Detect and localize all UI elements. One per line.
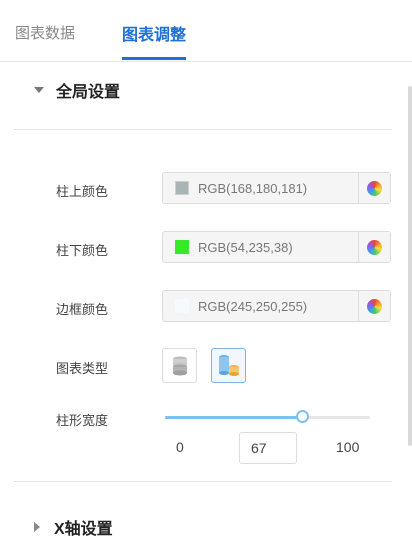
color-wheel-icon bbox=[367, 239, 382, 255]
caret-down-icon bbox=[34, 87, 44, 93]
bottom-color-label: 柱下颜色 bbox=[56, 243, 109, 258]
scrollbar[interactable] bbox=[408, 86, 412, 446]
tab-chart-adjust[interactable]: 图表调整 bbox=[122, 21, 186, 45]
section-global-title: 全局设置 bbox=[56, 84, 121, 101]
blue-orange-cylinder-icon bbox=[218, 354, 239, 376]
active-tab-indicator bbox=[122, 57, 186, 60]
section-xaxis-title: X轴设置 bbox=[54, 521, 113, 538]
top-color-value: RGB(168,180,181) bbox=[198, 180, 308, 196]
slider-max-label: 100 bbox=[336, 439, 360, 455]
bar-width-slider[interactable] bbox=[165, 410, 370, 423]
caret-right-icon bbox=[34, 522, 40, 532]
section-global-header[interactable]: 全局设置 bbox=[34, 78, 120, 102]
top-color-field[interactable]: RGB(168,180,181) bbox=[162, 172, 391, 204]
border-color-value: RGB(245,250,255) bbox=[198, 298, 308, 314]
section-divider bbox=[14, 481, 392, 482]
color-wheel-icon bbox=[367, 180, 382, 196]
bar-width-label: 柱形宽度 bbox=[56, 413, 109, 428]
chart-type-gray-option[interactable] bbox=[162, 348, 197, 383]
bottom-color-swatch bbox=[175, 240, 189, 254]
chart-type-color-option[interactable] bbox=[211, 348, 246, 383]
bottom-color-field[interactable]: RGB(54,235,38) bbox=[162, 231, 391, 263]
bottom-color-picker-button[interactable] bbox=[358, 232, 390, 262]
chart-type-label: 图表类型 bbox=[56, 361, 109, 376]
border-color-picker-button[interactable] bbox=[358, 291, 390, 321]
border-color-field[interactable]: RGB(245,250,255) bbox=[162, 290, 391, 322]
section-xaxis-header[interactable]: X轴设置 bbox=[34, 515, 113, 539]
section-divider bbox=[14, 129, 392, 130]
top-color-swatch bbox=[175, 181, 189, 195]
bottom-color-value: RGB(54,235,38) bbox=[198, 239, 293, 255]
border-color-swatch bbox=[175, 299, 189, 313]
top-color-picker-button[interactable] bbox=[358, 173, 390, 203]
tab-chart-data[interactable]: 图表数据 bbox=[15, 22, 75, 43]
top-color-label: 柱上颜色 bbox=[56, 184, 109, 199]
border-color-label: 边框颜色 bbox=[56, 302, 109, 317]
bar-width-input[interactable] bbox=[239, 432, 297, 464]
slider-fill bbox=[165, 416, 303, 419]
color-wheel-icon bbox=[367, 298, 382, 314]
gray-cylinder-icon bbox=[172, 356, 187, 375]
slider-min-label: 0 bbox=[176, 439, 184, 455]
tab-bar: 图表数据 图表调整 bbox=[0, 0, 412, 62]
